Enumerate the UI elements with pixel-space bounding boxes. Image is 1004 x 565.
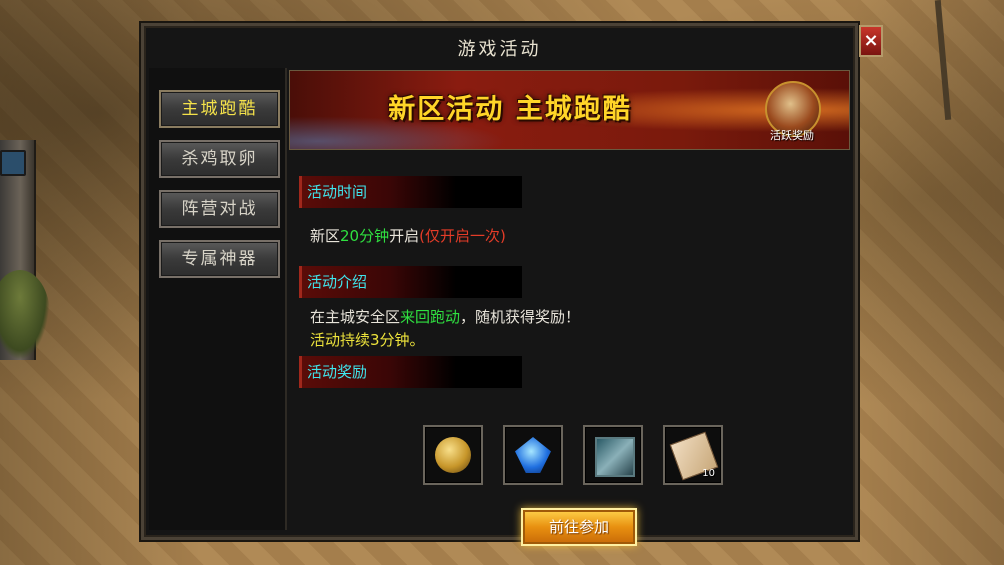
activity-banner: 新区活动 主城跑酷 活跃奖励 bbox=[289, 70, 850, 150]
tab-camp-battle[interactable]: 阵营对战 bbox=[159, 190, 280, 228]
dialog-titlebar: 游戏活动 bbox=[144, 26, 855, 68]
intro-line-1: 在主城安全区来回跑动，随机获得奖励！ bbox=[310, 306, 580, 327]
tab-exclusive-artifact[interactable]: 专属神器 bbox=[159, 240, 280, 278]
activity-tab-list: 主城跑酷 杀鸡取卵 阵营对战 专属神器 bbox=[149, 68, 287, 530]
banner-headline: 新区活动 主城跑酷 bbox=[388, 94, 632, 125]
time-duration: 20分钟 bbox=[340, 227, 390, 245]
time-suffix: 开启 bbox=[389, 227, 420, 245]
reward-slot-3[interactable] bbox=[583, 425, 643, 485]
intro-highlight: 来回跑动 bbox=[400, 308, 461, 326]
join-activity-button[interactable]: 前往参加 bbox=[521, 508, 637, 546]
section-title-intro: 活动介绍 bbox=[307, 273, 368, 291]
activity-detail-panel: 新区活动 主城跑酷 活跃奖励 活动时间 新区20分钟开启(仅开启一次) 活动介绍… bbox=[289, 70, 853, 546]
active-reward-label[interactable]: 活跃奖励 bbox=[752, 127, 832, 143]
blue-gem-icon bbox=[515, 437, 551, 473]
section-title-time: 活动时间 bbox=[307, 183, 368, 201]
intro-prefix: 在主城安全区 bbox=[310, 308, 401, 326]
tab-kill-chicken[interactable]: 杀鸡取卵 bbox=[159, 140, 280, 178]
gold-coin-icon bbox=[435, 437, 471, 473]
dialog-title: 游戏活动 bbox=[457, 39, 542, 60]
close-icon[interactable]: × bbox=[859, 25, 883, 57]
section-header-time: 活动时间 bbox=[299, 176, 522, 208]
reward-slot-1[interactable] bbox=[423, 425, 483, 485]
tower-lantern bbox=[0, 150, 26, 176]
intro-suffix: ，随机获得奖励！ bbox=[460, 308, 581, 326]
shield-token-icon bbox=[595, 437, 635, 477]
tab-main-city-parkour[interactable]: 主城跑酷 bbox=[159, 90, 280, 128]
section-header-rewards: 活动奖励 bbox=[299, 356, 522, 388]
section-title-rewards: 活动奖励 bbox=[307, 363, 368, 381]
intro-line-2: 活动持续3分钟。 bbox=[310, 331, 425, 349]
time-prefix: 新区 bbox=[310, 227, 341, 245]
reward-slot-4[interactable]: 10 bbox=[663, 425, 723, 485]
reward-slot-2[interactable] bbox=[503, 425, 563, 485]
section-header-intro: 活动介绍 bbox=[299, 266, 522, 298]
activity-time-text: 新区20分钟开启(仅开启一次) bbox=[310, 225, 506, 246]
time-note: (仅开启一次) bbox=[419, 227, 506, 245]
activity-dialog: 游戏活动 主城跑酷 杀鸡取卵 阵营对战 专属神器 新区活动 主城跑酷 活跃奖励 … bbox=[141, 23, 858, 546]
reward-quantity: 10 bbox=[702, 468, 715, 479]
